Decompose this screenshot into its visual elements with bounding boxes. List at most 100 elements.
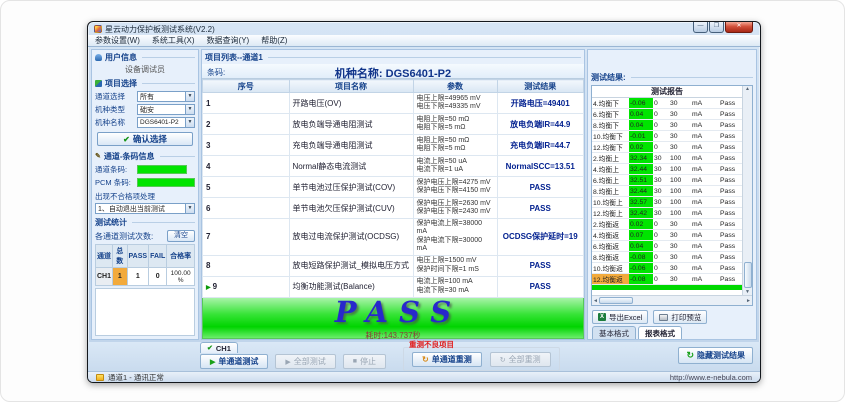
chevron-down-icon[interactable]: ▼ — [185, 105, 194, 114]
tab-basic-format[interactable]: 基本格式 — [592, 326, 636, 339]
scroll-up-icon[interactable]: ▲ — [745, 86, 750, 92]
item-seq: 2 — [203, 114, 290, 135]
test-item-row[interactable]: 1 开路电压(OV) 电压上限=49965 mV 电压下限=49335 mV 开… — [203, 93, 584, 114]
menu-item[interactable]: 系统工具(X) — [152, 35, 195, 46]
all-retest-button[interactable]: ↻ 全部重测 — [490, 352, 551, 367]
menu-item[interactable]: 帮助(Z) — [261, 35, 287, 46]
report-unit: mA — [691, 131, 708, 141]
report-min-limit: 0 — [653, 109, 669, 119]
report-row[interactable]: 8.均衡下 0.04 0 30 mA Pass — [592, 120, 742, 131]
report-gap — [708, 263, 719, 273]
param-line-1: 电流上限=100 mA — [417, 278, 494, 286]
report-unit: mA — [691, 208, 708, 218]
clear-button[interactable]: 清空 — [167, 230, 195, 242]
report-max-limit: 30 — [669, 230, 691, 240]
report-row[interactable]: 6.均衡返 0.04 0 30 mA Pass — [592, 241, 742, 252]
stop-label: 停止 — [360, 356, 376, 367]
status-url: http://www.e-nebula.com — [670, 373, 752, 382]
model-header-bar: 条码: 机种名称: DGS6401-P2 — [202, 64, 584, 79]
items-column-header[interactable]: 参数 — [413, 80, 497, 93]
stop-button[interactable]: ■ 停止 — [343, 354, 386, 369]
test-item-row[interactable]: 4 Normal静态电流测试 电流上限=50 uA 电流下限=1 uA Norm… — [203, 156, 584, 177]
channel-select-value: 所有 — [138, 92, 185, 102]
items-column-header[interactable]: 测试结果 — [497, 80, 584, 93]
report-row[interactable]: 4.均衡上 32.44 30 100 mA Pass — [592, 164, 742, 175]
report-row[interactable]: 4.均衡返 0.07 0 30 mA Pass — [592, 230, 742, 241]
report-result: Pass — [719, 153, 742, 163]
tab-report-format[interactable]: 报表格式 — [638, 326, 682, 339]
menu-item[interactable]: 数据查询(Y) — [207, 35, 250, 46]
scroll-left-icon[interactable]: ◄ — [593, 298, 598, 304]
single-channel-test-button[interactable]: ▶ 单通道测试 — [200, 354, 268, 369]
report-row[interactable]: 10.均衡下 -0.01 0 30 mA Pass — [592, 131, 742, 142]
report-min-limit: 30 — [653, 186, 669, 196]
item-name: 放电短路保护测试_模拟电压方式 — [289, 255, 413, 276]
channel-select-row: 通道选择 所有 ▼ — [92, 90, 198, 103]
stats-row[interactable]: CH1 1 1 0 100.00 % — [96, 268, 195, 286]
model-type-select[interactable]: 础安 ▼ — [137, 104, 195, 115]
scroll-right-icon[interactable]: ► — [746, 298, 751, 304]
report-row[interactable]: 12.均衡上 32.42 30 100 mA Pass — [592, 208, 742, 219]
menu-item[interactable]: 参数设置(W) — [95, 35, 140, 46]
status-bar: 通道1 - 通讯正常 http://www.e-nebula.com — [88, 371, 760, 382]
scroll-thumb[interactable] — [744, 262, 752, 288]
scroll-down-icon[interactable]: ▼ — [745, 289, 750, 295]
report-max-limit: 30 — [669, 109, 691, 119]
test-item-row[interactable]: 6 单节电池欠压保护测试(CUV) 保护电压上限=2630 mV 保护电压下限=… — [203, 198, 584, 219]
channel-select[interactable]: 所有 ▼ — [137, 91, 195, 102]
single-channel-retest-button[interactable]: ↻ 单通道重测 — [412, 352, 482, 367]
report-row[interactable]: 8.均衡上 32.44 30 100 mA Pass — [592, 186, 742, 197]
report-min-limit: 30 — [653, 175, 669, 185]
channel-barcode-field[interactable] — [137, 165, 187, 174]
test-report-box: 测试报告 4.均衡下 -0.06 0 30 mA Pass — [591, 85, 753, 306]
confirm-selection-button[interactable]: ✔ 确认选择 — [97, 132, 193, 146]
item-result: PASS — [497, 276, 584, 297]
test-item-row[interactable]: 7 放电过电流保护测试(OCDSG) 保护电流上限=38000 mA 保护电流下… — [203, 219, 584, 256]
items-column-header[interactable]: 序号 — [203, 80, 290, 93]
window-controls: — ❐ ✕ — [692, 22, 753, 33]
items-column-header[interactable]: 项目名称 — [289, 80, 413, 93]
test-item-row[interactable]: 3 充电负端导通电阻测试 电阻上限=50 mΩ 电阻下限=5 mΩ 充电负端IR… — [203, 135, 584, 156]
report-min-limit: 0 — [653, 230, 669, 240]
export-excel-button[interactable]: 导出Excel — [592, 310, 648, 324]
single-channel-retest-label: 单通道重测 — [432, 354, 472, 365]
hide-results-button[interactable]: ↻ 隐藏测试结果 — [678, 347, 753, 364]
pcm-barcode-field[interactable] — [137, 178, 195, 187]
export-excel-label: 导出Excel — [609, 312, 642, 323]
report-row[interactable]: 10.均衡上 32.57 30 100 mA Pass — [592, 197, 742, 208]
report-row[interactable]: 2.均衡上 32.34 30 100 mA Pass — [592, 153, 742, 164]
report-row[interactable]: 8.均衡返 -0.08 0 30 mA Pass — [592, 252, 742, 263]
report-unit: mA — [691, 142, 708, 152]
report-row[interactable]: 10.均衡返 -0.06 0 30 mA Pass — [592, 263, 742, 274]
report-row[interactable]: 6.均衡上 32.51 30 100 mA Pass — [592, 175, 742, 186]
fail-handling-select[interactable]: 1、自动退出当前测试 ▼ — [95, 203, 195, 214]
report-row[interactable]: 2.均衡返 0.02 0 30 mA Pass — [592, 219, 742, 230]
pcm-barcode-row: PCM 条码: — [92, 176, 198, 189]
report-result: Pass — [719, 175, 742, 185]
maximize-button[interactable]: ❐ — [709, 22, 724, 33]
horizontal-scrollbar[interactable]: ◄ ► — [592, 295, 752, 305]
chevron-down-icon[interactable]: ▼ — [185, 204, 194, 213]
report-row[interactable]: 4.均衡下 -0.06 0 30 mA Pass — [592, 98, 742, 109]
chevron-down-icon[interactable]: ▼ — [185, 118, 194, 127]
print-preview-button[interactable]: 打印预览 — [653, 310, 707, 324]
all-test-button[interactable]: ▶ 全部测试 — [275, 354, 335, 369]
test-item-row[interactable]: 2 放电负端导通电阻测试 电阻上限=50 mΩ 电阻下限=5 mΩ 放电负端IR… — [203, 114, 584, 135]
minimize-button[interactable]: — — [693, 22, 708, 33]
report-row[interactable]: 6.均衡下 0.04 0 30 mA Pass — [592, 109, 742, 120]
report-measured-value: -0.06 — [629, 98, 653, 108]
report-row[interactable]: 12.均衡下 0.02 0 30 mA Pass — [592, 142, 742, 153]
user-role-label: 设备调试员 — [92, 64, 198, 76]
report-row[interactable]: 12.均衡返 -0.08 0 30 mA Pass — [592, 274, 742, 285]
test-item-row[interactable]: 5 单节电池过压保护测试(COV) 保护电压上限=4275 mV 保护电压下限=… — [203, 177, 584, 198]
chevron-down-icon[interactable]: ▼ — [185, 92, 194, 101]
report-measured-value: 32.44 — [629, 164, 653, 174]
channel-tab-ch1[interactable]: ✔ CH1 — [200, 342, 238, 353]
model-name-select[interactable]: DGS6401-P2 ▼ — [137, 117, 195, 128]
close-button[interactable]: ✕ — [725, 22, 753, 33]
title-bar[interactable]: 星云动力保护板测试系统(V2.2) — ❐ ✕ — [88, 22, 760, 35]
test-item-row[interactable]: 8 放电短路保护测试_模拟电压方式 电压上限=1500 mV 保护时间下限=1 … — [203, 255, 584, 276]
vertical-scrollbar[interactable]: ▲ ▼ — [742, 86, 752, 295]
report-max-limit: 30 — [669, 219, 691, 229]
scroll-thumb[interactable] — [599, 297, 633, 304]
